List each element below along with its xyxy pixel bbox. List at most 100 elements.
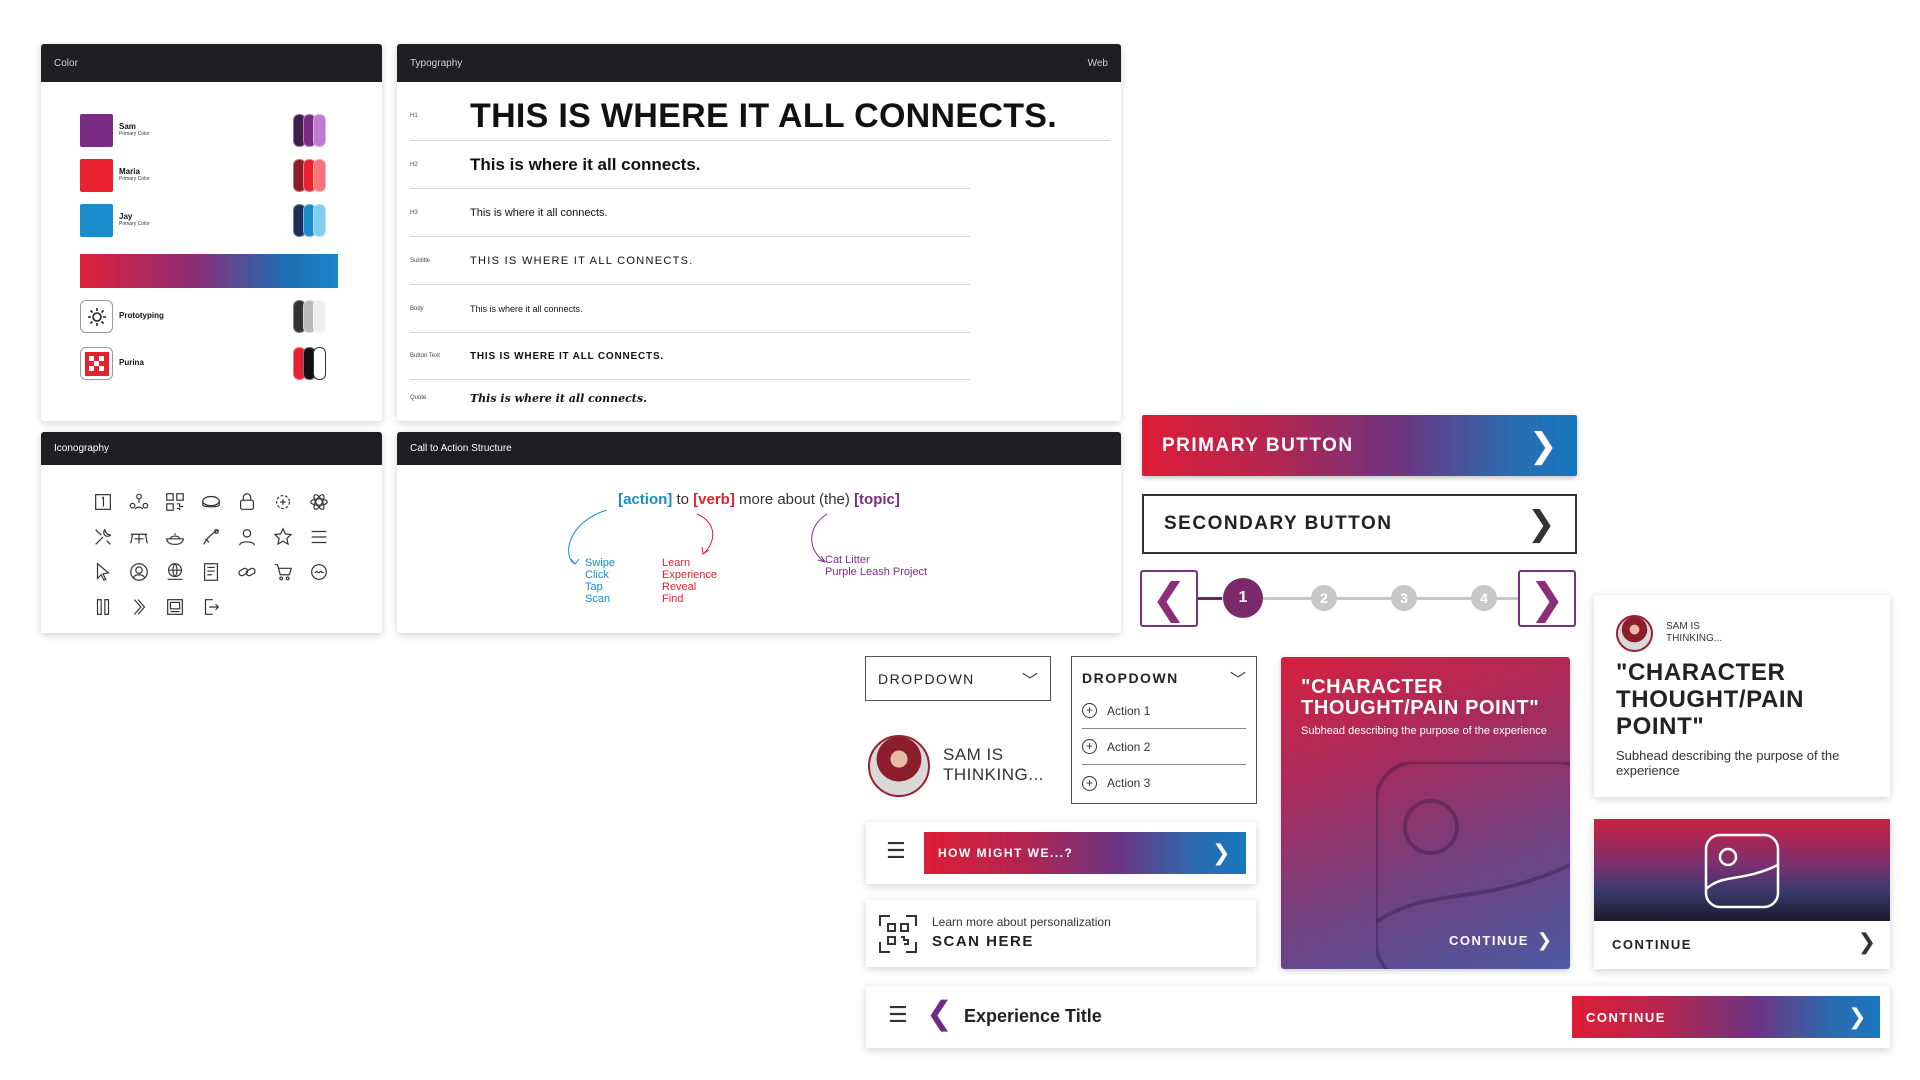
stepper-prev-button[interactable]: ❮: [1140, 570, 1198, 627]
chevron-right-icon: ❯: [1857, 929, 1876, 954]
cta-topics-list: Cat Litter Purple Leash Project: [825, 554, 927, 578]
cta-topic-option: Purple Leash Project: [825, 566, 928, 578]
experience-title: Experience Title: [964, 1006, 1102, 1026]
color-swatch-row: Jay Primary Color: [80, 204, 150, 237]
color-panel-header: Color: [41, 44, 382, 82]
image-card-banner: [1594, 819, 1890, 921]
color-panel-title: Color: [54, 57, 78, 69]
stepper-track-active: [1198, 597, 1222, 600]
color-swatch-label: Maria Primary Color: [119, 168, 150, 182]
cta-action-option: Tap: [585, 581, 603, 593]
dropdown-menu: + Action 1 + Action 2 + Action 3: [1082, 693, 1246, 801]
menu-icon[interactable]: ☰: [886, 838, 906, 864]
dropdown-menu-item[interactable]: + Action 1: [1082, 693, 1246, 729]
stepper-step-4[interactable]: 4: [1471, 585, 1497, 611]
color-swatch-label: Jay Primary Color: [119, 213, 150, 227]
chevron-down-icon: ﹀: [1229, 672, 1246, 689]
type-row-quote: Quote This is where it all connects.: [410, 380, 970, 416]
subtitle-sample: THIS IS WHERE IT ALL CONNECTS.: [470, 254, 694, 267]
type-row-body: Body This is where it all connects.: [410, 285, 970, 333]
plus-circle-icon: +: [1082, 703, 1097, 718]
color-shade: [313, 204, 326, 237]
dropdown-menu-item[interactable]: + Action 2: [1082, 729, 1246, 765]
cta-connector-arrows: [568, 509, 828, 565]
gear-wrench-icon: [80, 300, 113, 333]
color-panel: Color Sam Primary Color Maria Primary Color…: [41, 44, 382, 421]
color-shade-group: [293, 159, 326, 192]
stepper-step-1[interactable]: 1: [1223, 578, 1263, 618]
atom-icon: [301, 484, 337, 519]
typography-panel-title: Typography: [410, 57, 463, 69]
color-role: Primary Color: [119, 131, 150, 138]
gradient-thought-card[interactable]: "CHARACTER THOUGHT/PAIN POINT" Subhead d…: [1281, 657, 1570, 969]
cta-structure-panel: Call to Action Structure [action] to [ve…: [397, 432, 1121, 633]
gallery-icon: [157, 589, 193, 624]
dropdown-menu-item[interactable]: + Action 3: [1082, 765, 1246, 801]
menu-icon: [301, 519, 337, 554]
cta-action-option: Click: [585, 569, 609, 581]
stepper-next-button[interactable]: ❯: [1518, 570, 1576, 627]
brand-name: Purina: [119, 358, 144, 368]
document-icon: [193, 554, 229, 589]
cta-verb-option: Reveal: [662, 581, 697, 593]
thinking-text: SAM IS THINKING...: [943, 745, 1044, 784]
leash-icon: [193, 519, 229, 554]
dropdown-menu-item-label: Action 1: [1107, 703, 1151, 718]
lock-icon: [229, 484, 265, 519]
cart-icon: [265, 554, 301, 589]
cta-action-option: Swipe: [585, 557, 615, 569]
how-might-we-bar: ☰ HOW MIGHT WE...? ❯: [866, 822, 1256, 884]
cta-verb-option: Experience: [662, 569, 718, 581]
h1-sample: THIS IS WHERE IT ALL CONNECTS.: [470, 96, 1058, 135]
type-label: H3: [410, 209, 418, 216]
user-circle-icon: [121, 554, 157, 589]
type-label: Body: [410, 305, 424, 312]
color-swatch-row: Maria Primary Color: [80, 159, 150, 192]
plus-circle-icon: +: [1082, 775, 1097, 791]
double-chevron-icon: [121, 589, 157, 624]
type-label: Subtitle: [410, 257, 431, 264]
star-icon: [265, 519, 301, 554]
how-might-we-button[interactable]: HOW MIGHT WE...? ❯: [924, 832, 1246, 874]
stepper-step-2[interactable]: 2: [1311, 585, 1337, 611]
menu-icon[interactable]: ☰: [888, 1002, 908, 1028]
h3-sample: This is where it all connects.: [470, 206, 608, 219]
globe-cart-icon: [157, 554, 193, 589]
color-swatch: [80, 204, 113, 237]
back-chevron-icon[interactable]: ❮: [926, 994, 953, 1032]
picnic-table-icon: [121, 519, 157, 554]
chevron-right-icon: ❯: [1527, 504, 1557, 544]
color-shade: [313, 159, 326, 192]
secondary-button[interactable]: SECONDARY BUTTON ❯: [1142, 494, 1577, 554]
image-card[interactable]: CONTINUE ❯: [1594, 819, 1890, 969]
iconography-panel-title: Iconography: [54, 443, 110, 454]
sparkle-gear-icon: [265, 484, 301, 519]
cta-verbs-list: Learn Experience Reveal Find: [662, 557, 717, 605]
brand-gradient-bar: [80, 254, 338, 288]
brand-shade-group: [293, 347, 326, 380]
color-swatch-label: Sam Primary Color: [119, 123, 150, 137]
dropdown-open[interactable]: DROPDOWN ﹀ + Action 1 + Action 2 + Action 3: [1071, 656, 1257, 804]
link-icon: [229, 554, 265, 589]
cursor-icon: [85, 554, 121, 589]
qr-code-icon: [157, 484, 193, 519]
dropdown-closed[interactable]: DROPDOWN ﹀: [865, 656, 1051, 701]
image-placeholder-icon: [1704, 833, 1780, 909]
gradient-card-subhead: Subhead describing the purpose of the ex…: [1301, 725, 1547, 737]
secondary-button-label: SECONDARY BUTTON: [1164, 513, 1393, 534]
button-text-sample: THIS IS WHERE IT ALL CONNECTS.: [470, 350, 665, 362]
chevron-down-icon: ﹀: [1021, 672, 1038, 690]
gradient-card-continue[interactable]: CONTINUE ❯: [1449, 930, 1552, 951]
experience-continue-button[interactable]: CONTINUE ❯: [1572, 996, 1880, 1038]
experience-title-bar: ☰ ❮ Experience Title CONTINUE ❯: [866, 986, 1890, 1048]
color-shade: [313, 114, 326, 147]
brand-row: Purina: [80, 347, 144, 380]
primary-button[interactable]: PRIMARY BUTTON ❯: [1142, 415, 1577, 476]
quote-sample: This is where it all connects.: [470, 391, 647, 405]
plus-circle-icon: +: [1082, 739, 1097, 754]
chevron-right-icon: ❯: [1848, 1004, 1868, 1030]
scan-card[interactable]: Learn more about personalization SCAN HE…: [866, 900, 1256, 967]
qr-scan-icon: [879, 915, 917, 953]
continue-label: CONTINUE: [1449, 933, 1529, 948]
stepper-step-3[interactable]: 3: [1391, 585, 1417, 611]
